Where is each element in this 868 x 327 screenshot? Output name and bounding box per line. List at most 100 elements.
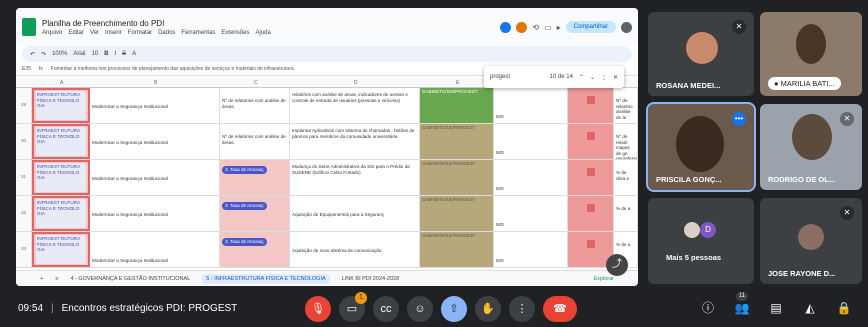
participant-tile[interactable]: ✕ ROSANA MEDEI... — [648, 12, 754, 96]
participant-tile[interactable]: ✕ RODRIGO DE OL... — [760, 104, 862, 190]
info-button[interactable]: ⓘ — [698, 296, 718, 320]
host-controls-button[interactable]: 🔒 — [834, 296, 854, 320]
reactions-button[interactable]: ☺ — [407, 296, 433, 322]
checkbox-cell[interactable] — [568, 88, 614, 123]
comment-icon[interactable]: ▭ — [544, 23, 552, 32]
action-cell[interactable]: Mudança do Setor Administrativo da SSI p… — [290, 160, 420, 195]
dimension-chip[interactable]: INFRAEST RUTURA FÍSICA E TECNOLO GIA — [36, 199, 86, 228]
text-color-icon[interactable]: A — [132, 51, 136, 57]
collaborator-avatar[interactable] — [500, 21, 512, 33]
dimension-cell[interactable]: INFRAEST RUTURA FÍSICA E TECNOLO GIA — [32, 88, 90, 123]
undo-icon[interactable]: ↶ — [30, 51, 35, 58]
tab-link-bi[interactable]: LINK BI PDI 2024-2028 — [342, 276, 399, 282]
share-button[interactable]: Compartilhar — [565, 21, 616, 33]
indicator-dropdown[interactable]: 3. Taxa de renovaç — [222, 202, 267, 210]
dimension-chip[interactable]: INFRAEST RUTURA FÍSICA E TECNOLO GIA — [36, 91, 86, 120]
checkbox-cell[interactable] — [568, 124, 614, 159]
document-title[interactable]: Planilha de Preenchimento do PDI — [42, 19, 500, 28]
action-cell[interactable]: Aquisição de novo sistema de comunicação — [290, 232, 420, 267]
more-icon[interactable]: ⋮ — [601, 74, 607, 81]
action-cell[interactable]: Aquisição de Equipamentos para a Seguran… — [290, 196, 420, 231]
add-sheet-icon[interactable]: + — [40, 276, 43, 282]
unit-cell[interactable]: GABINETE/SSI/PROGEST — [420, 196, 494, 231]
unit-cell[interactable]: GABINETE/SSI/PROGEST — [420, 160, 494, 195]
checkbox[interactable] — [587, 204, 595, 212]
history-icon[interactable]: ⟲ — [532, 23, 539, 32]
chevron-down-icon[interactable]: ⌄ — [590, 74, 595, 81]
unit-cell[interactable]: GABINETE/SSI/PROGEST — [420, 124, 494, 159]
unit-cell[interactable]: GABINETE/SSI/PROGEST — [420, 88, 494, 123]
font-size-input[interactable]: 10 — [91, 51, 98, 57]
tab-governanca[interactable]: 4 - GOVERNANÇA E GESTÃO INSTITUCIONAL — [70, 276, 190, 282]
checkbox[interactable] — [587, 168, 595, 176]
explore-button[interactable]: Explorar — [594, 276, 614, 282]
row-number[interactable]: 30 — [16, 124, 32, 159]
indicator-cell[interactable]: 3. Taxa de renovaç — [220, 232, 290, 267]
leave-call-button[interactable]: ☎ — [543, 296, 577, 322]
dimension-cell[interactable]: INFRAEST RUTURA FÍSICA E TECNOLO GIA — [32, 232, 90, 267]
menu-arquivo[interactable]: Arquivo — [42, 30, 62, 36]
checkbox[interactable] — [587, 132, 595, 140]
all-sheets-icon[interactable]: ≡ — [55, 276, 58, 282]
account-avatar[interactable] — [621, 21, 632, 33]
checkbox-cell[interactable] — [568, 196, 614, 231]
zoom-select[interactable]: 100% — [52, 51, 67, 57]
share-fab-icon[interactable]: ⤴ — [606, 254, 628, 276]
value-cell[interactable]: 500 — [494, 88, 568, 123]
row-number[interactable]: 32 — [16, 196, 32, 231]
menu-formatar[interactable]: Formatar — [128, 30, 152, 36]
chat-button[interactable]: ▤ — [766, 296, 786, 320]
redo-icon[interactable]: ↷ — [41, 51, 46, 58]
objective-cell[interactable]: Modernizar a Segurança Institucional — [90, 160, 220, 195]
menu-ferramentas[interactable]: Ferramentas — [181, 30, 215, 36]
collaborator-avatar[interactable] — [516, 21, 528, 33]
more-people-tile[interactable]: D Mais 5 pessoas — [648, 198, 754, 284]
menu-ajuda[interactable]: Ajuda — [255, 30, 270, 36]
more-options-button[interactable]: ⋮ — [509, 296, 535, 322]
metric-cell[interactable]: Nº de relató mapas de ge georeferencia — [614, 124, 638, 159]
camera-button[interactable]: ▭ 1 — [339, 292, 367, 322]
dimension-cell[interactable]: INFRAEST RUTURA FÍSICA E TECNOLO GIA — [32, 160, 90, 195]
column-header[interactable]: E — [456, 80, 459, 86]
indicator-cell[interactable]: Nº de relatórios com análise de áreas. — [220, 88, 290, 123]
cell-reference[interactable]: E25 — [22, 66, 31, 72]
metric-cell[interactable]: % de a — [614, 196, 638, 231]
indicator-dropdown[interactable]: 3. Taxa de renovaç — [222, 166, 267, 174]
dimension-cell[interactable]: INFRAEST RUTURA FÍSICA E TECNOLO GIA — [32, 124, 90, 159]
column-header[interactable]: C — [254, 80, 258, 86]
find-input[interactable]: progest — [490, 74, 544, 80]
objective-cell[interactable]: Modernizar a Segurança Institucional — [90, 88, 220, 123]
row-number[interactable]: 33 — [16, 232, 32, 267]
indicator-dropdown[interactable]: 3. Taxa de renovaç — [222, 238, 267, 246]
participant-tile[interactable]: ✕ JOSE RAYONE D... — [760, 198, 862, 284]
dimension-cell[interactable]: INFRAEST RUTURA FÍSICA E TECNOLO GIA — [32, 196, 90, 231]
action-cell[interactable]: Implantar Aplicativos com sistema de cha… — [290, 124, 420, 159]
tab-infraestrutura[interactable]: 5 - INFRAESTRUTURA FÍSICA E TECNOLOGIA — [202, 273, 330, 284]
unit-cell[interactable]: GABINETE/SSI/PROGEST — [420, 232, 494, 267]
value-cell[interactable]: 500 — [494, 232, 568, 267]
objective-cell[interactable]: Modernizar a Segurança Institucional — [90, 124, 220, 159]
objective-cell[interactable]: Modernizar a Segurança Institucional — [90, 232, 220, 267]
people-button[interactable]: 11 👥 — [732, 292, 752, 320]
captions-button[interactable]: cc — [373, 296, 399, 322]
column-header[interactable]: A — [60, 80, 63, 86]
participant-tile-speaking[interactable]: ••• PRISCILA GONÇ... — [646, 102, 756, 192]
activities-button[interactable]: ◭ — [800, 296, 820, 320]
formula-input[interactable]: Fomentar a melhoria nos processos de pla… — [51, 66, 294, 72]
indicator-cell[interactable]: Nº de relatórios com análise de áreas. — [220, 124, 290, 159]
chevron-up-icon[interactable]: ⌃ — [579, 74, 584, 81]
checkbox[interactable] — [587, 240, 595, 248]
font-select[interactable]: Arial — [73, 51, 85, 57]
indicator-cell[interactable]: 3. Taxa de renovaç — [220, 160, 290, 195]
menu-dados[interactable]: Dados — [158, 30, 175, 36]
close-icon[interactable]: ✕ — [613, 74, 618, 81]
value-cell[interactable]: 500 — [494, 124, 568, 159]
menu-inserir[interactable]: Inserir — [105, 30, 122, 36]
metric-cell[interactable]: Nº de relatório análise de ár — [614, 88, 638, 123]
bold-icon[interactable]: B — [104, 51, 108, 57]
value-cell[interactable]: 500 — [494, 160, 568, 195]
dimension-chip[interactable]: INFRAEST RUTURA FÍSICA E TECNOLO GIA — [36, 163, 86, 192]
metric-cell[interactable]: % de obra e — [614, 160, 638, 195]
raise-hand-button[interactable]: ✋ — [475, 296, 501, 322]
participant-tile[interactable]: ● MARILIA BATI... — [760, 12, 862, 96]
